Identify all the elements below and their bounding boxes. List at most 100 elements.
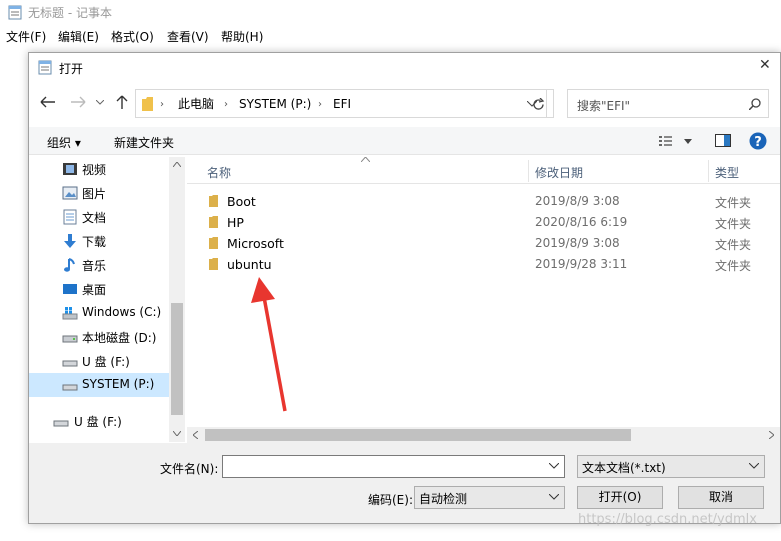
view-chevron-icon[interactable] <box>684 139 692 144</box>
sidebar-item-usb-f[interactable]: U 盘 (F:) <box>29 349 169 373</box>
file-name: HP <box>227 215 244 230</box>
chevron-down-icon[interactable] <box>549 494 559 500</box>
file-row-microsoft[interactable]: Microsoft 2019/8/9 3:08 文件夹 <box>187 233 778 254</box>
drive-icon <box>62 384 78 391</box>
download-icon <box>64 234 76 248</box>
picture-icon <box>62 186 78 200</box>
dialog-title: 打开 <box>59 62 84 76</box>
navigation-pane[interactable]: 视频 图片 文档 下载 音乐 桌面 Windows (C:) 本地磁盘 (D:)… <box>29 157 185 442</box>
sidebar-scroll-thumb[interactable] <box>171 303 183 415</box>
sidebar-item-music[interactable]: 音乐 <box>29 253 169 277</box>
new-folder-button[interactable]: 新建文件夹 <box>114 134 174 151</box>
sidebar-item-label: 音乐 <box>82 259 107 273</box>
chevron-down-icon[interactable] <box>549 463 559 469</box>
sidebar-item-windows-c[interactable]: Windows (C:) <box>29 301 169 325</box>
back-arrow-icon[interactable] <box>40 96 56 108</box>
sidebar-item-pictures[interactable]: 图片 <box>29 181 169 205</box>
file-type: 文件夹 <box>715 217 752 231</box>
column-type[interactable]: 类型 <box>715 164 739 181</box>
sidebar-item-label: SYSTEM (P:) <box>82 377 155 391</box>
encoding-value: 自动检测 <box>419 492 468 506</box>
file-name: Microsoft <box>227 236 284 251</box>
sidebar-item-documents[interactable]: 文档 <box>29 205 169 229</box>
windows-drive-icon <box>62 307 78 320</box>
sidebar-item-desktop[interactable]: 桌面 <box>29 277 169 301</box>
folder-icon <box>209 237 218 249</box>
scroll-left-icon[interactable] <box>193 431 198 439</box>
sidebar-item-usb-f-network[interactable]: U 盘 (F:) <box>29 409 169 433</box>
close-icon[interactable]: ✕ <box>759 57 771 73</box>
document-icon <box>63 209 77 225</box>
file-date: 2019/8/9 3:08 <box>535 194 620 208</box>
sidebar-item-label: 本地磁盘 (D:) <box>82 331 157 345</box>
file-type: 文件夹 <box>715 259 752 273</box>
file-row-ubuntu[interactable]: ubuntu 2019/9/28 3:11 文件夹 <box>187 254 778 275</box>
file-type: 文件夹 <box>715 196 752 210</box>
sidebar-item-label: 图片 <box>82 187 107 201</box>
sidebar-item-label: 视频 <box>82 163 107 177</box>
notepad-menubar: 文件(F) 编辑(E) 格式(O) 查看(V) 帮助(H) <box>0 24 781 46</box>
command-toolbar: 组织 ▾ 新建文件夹 ? <box>29 127 780 155</box>
svg-text:?: ? <box>754 135 762 150</box>
menu-format[interactable]: 格式(O) <box>111 28 154 45</box>
search-placeholder: 搜索"EFI" <box>577 99 631 113</box>
address-bar[interactable]: › 此电脑 › SYSTEM (P:) › EFI <box>135 89 547 118</box>
music-icon <box>64 258 75 272</box>
sidebar-item-downloads[interactable]: 下载 <box>29 229 169 253</box>
desktop-icon <box>63 284 77 294</box>
file-date: 2020/8/16 6:19 <box>535 215 628 229</box>
scroll-right-icon[interactable] <box>769 431 774 439</box>
menu-file[interactable]: 文件(F) <box>6 28 46 45</box>
notepad-title: 无标题 - 记事本 <box>28 6 112 20</box>
horizontal-scroll-thumb[interactable] <box>205 429 631 441</box>
column-name[interactable]: 名称 <box>207 164 231 181</box>
filetype-select[interactable]: 文本文档(*.txt) <box>577 455 765 478</box>
refresh-icon <box>533 98 545 110</box>
view-options-icon[interactable] <box>659 135 677 147</box>
filename-input[interactable] <box>222 455 565 478</box>
usb-drive-icon <box>53 420 69 427</box>
chevron-down-icon[interactable] <box>749 463 759 469</box>
sidebar-item-system-p[interactable]: SYSTEM (P:) <box>29 373 169 397</box>
sidebar-item-label: 桌面 <box>82 283 107 297</box>
breadcrumb-this-pc[interactable]: 此电脑 <box>178 90 214 118</box>
breadcrumb-efi[interactable]: EFI <box>333 90 351 118</box>
file-row-hp[interactable]: HP 2020/8/16 6:19 文件夹 <box>187 212 778 233</box>
column-date-modified[interactable]: 修改日期 <box>535 164 583 181</box>
sidebar-scrollbar[interactable] <box>169 157 185 442</box>
menu-view[interactable]: 查看(V) <box>167 28 209 45</box>
breadcrumb-system-drive[interactable]: SYSTEM (P:) <box>239 90 311 118</box>
menu-edit[interactable]: 编辑(E) <box>58 28 99 45</box>
scroll-up-icon[interactable] <box>173 162 181 167</box>
file-date: 2019/9/28 3:11 <box>535 257 628 271</box>
horizontal-scrollbar[interactable] <box>187 427 780 443</box>
recent-locations-chevron-icon[interactable] <box>96 100 104 105</box>
filetype-value: 文本文档(*.txt) <box>582 461 666 475</box>
file-type: 文件夹 <box>715 238 752 252</box>
sort-ascending-icon <box>361 157 370 162</box>
search-icon <box>749 98 761 110</box>
notepad-icon <box>38 60 52 75</box>
scroll-down-icon[interactable] <box>173 431 181 436</box>
sidebar-item-videos[interactable]: 视频 <box>29 157 169 181</box>
encoding-select[interactable]: 自动检测 <box>414 486 565 509</box>
breadcrumb-separator-icon: › <box>224 99 228 110</box>
menu-help[interactable]: 帮助(H) <box>221 28 263 45</box>
file-row-boot[interactable]: Boot 2019/8/9 3:08 文件夹 <box>187 191 778 212</box>
sidebar-item-local-disk-d[interactable]: 本地磁盘 (D:) <box>29 325 169 349</box>
preview-pane-icon[interactable] <box>715 134 731 147</box>
search-box[interactable]: 搜索"EFI" <box>567 89 769 118</box>
watermark: https://blog.csdn.net/ydmlx <box>578 512 757 527</box>
forward-arrow-icon[interactable] <box>70 96 86 108</box>
help-icon[interactable]: ? <box>749 132 767 150</box>
open-button[interactable]: 打开(O) <box>577 486 663 509</box>
filename-label: 文件名(N): <box>160 462 219 476</box>
cancel-button[interactable]: 取消 <box>678 486 764 509</box>
organize-button[interactable]: 组织 ▾ <box>47 134 81 151</box>
red-arrow-annotation <box>251 277 287 412</box>
sidebar-item-label: 文档 <box>82 211 107 225</box>
open-dialog: 打开 ✕ › 此电脑 › SYSTEM (P:) › EFI 搜索"EFI" 组… <box>28 52 781 524</box>
refresh-button[interactable] <box>524 89 554 118</box>
up-arrow-icon[interactable] <box>116 95 128 109</box>
column-divider <box>708 160 709 182</box>
